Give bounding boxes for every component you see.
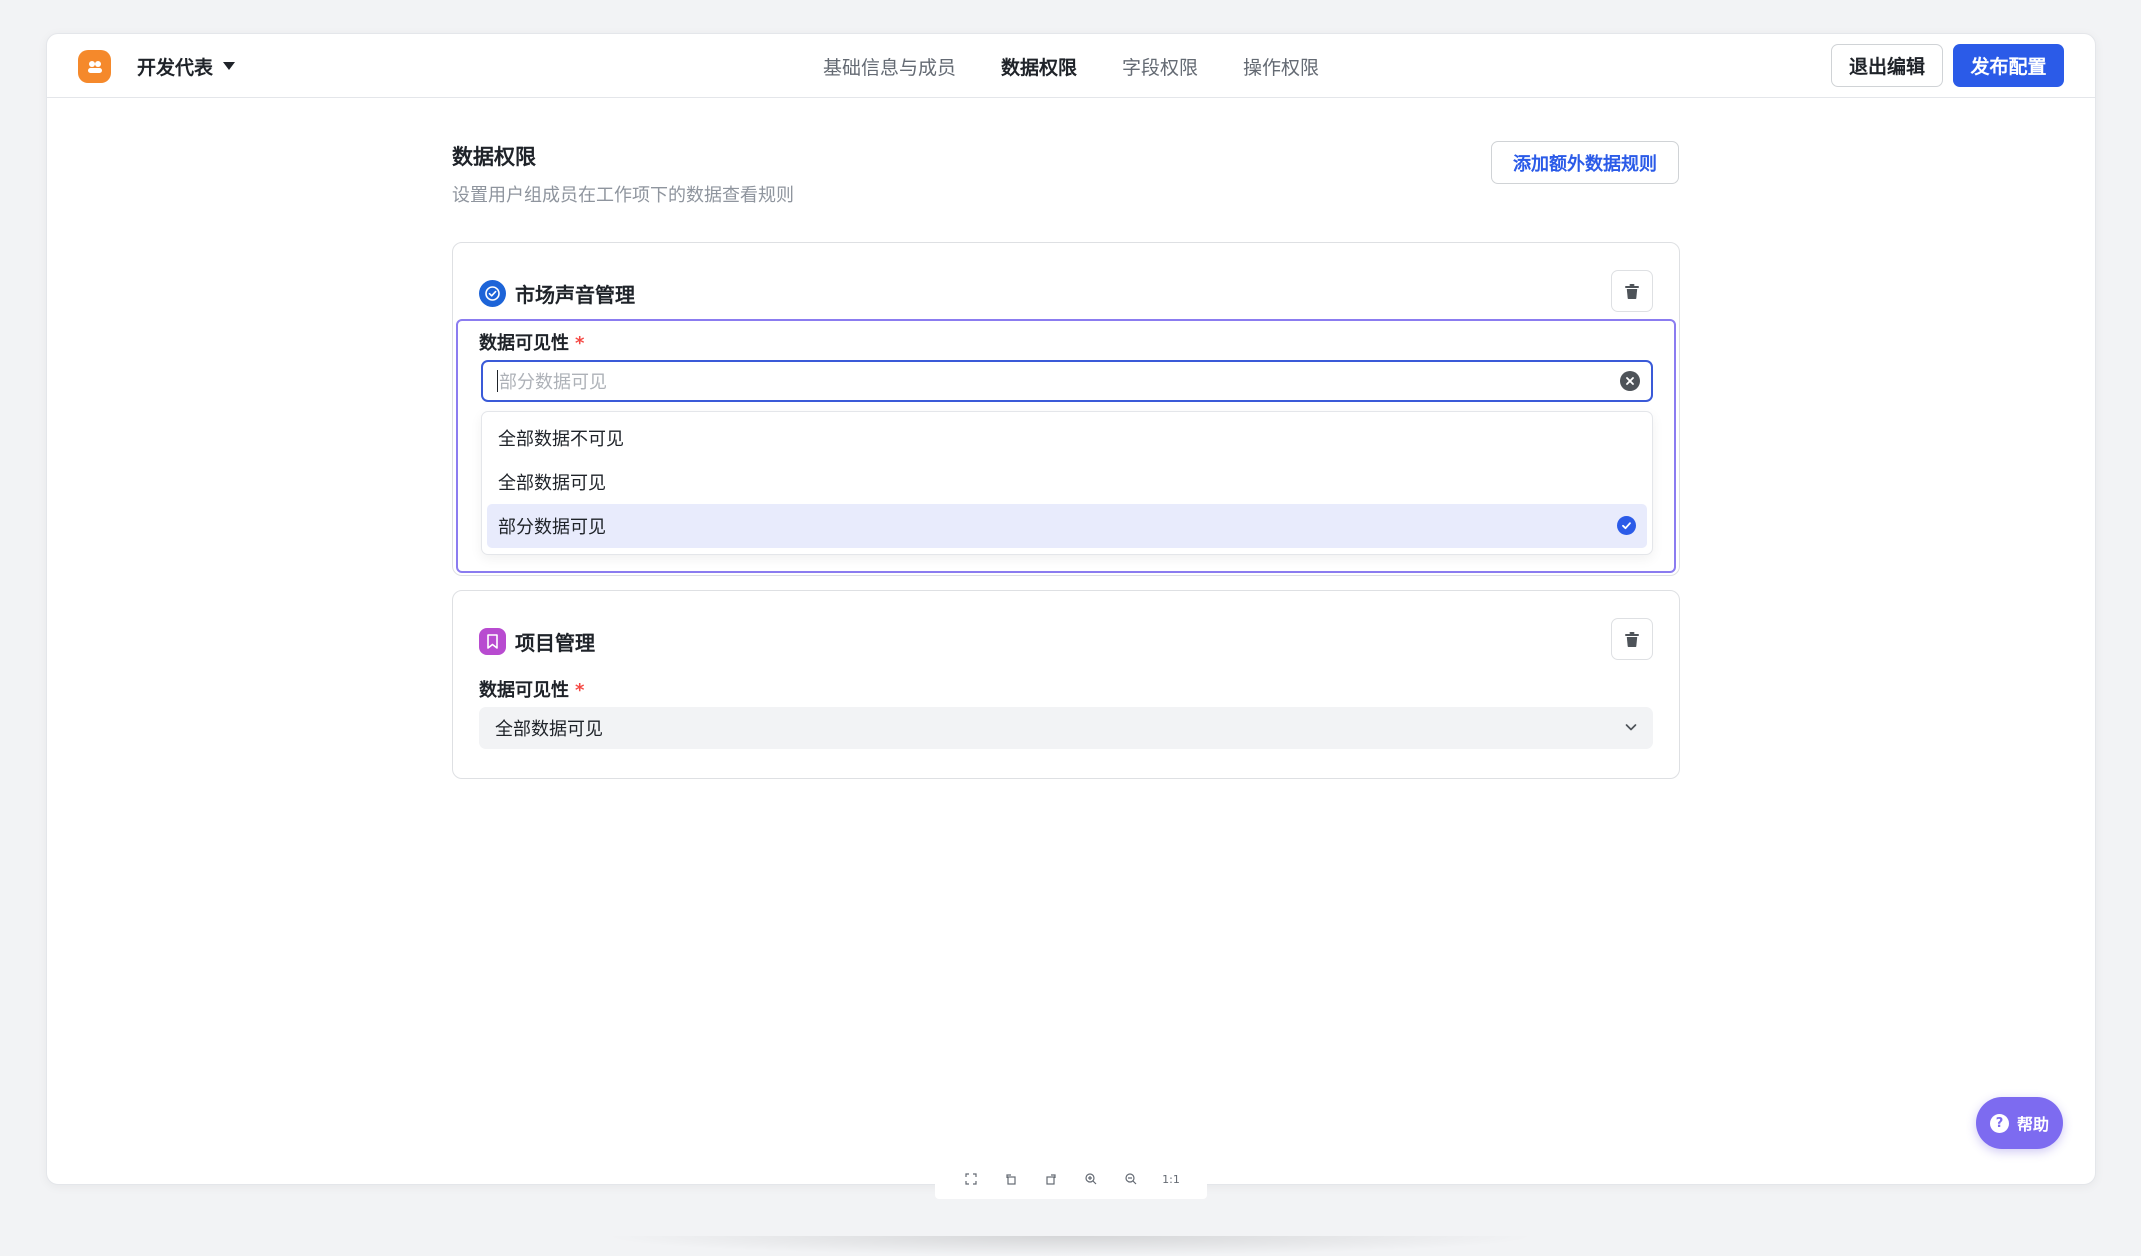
app-name-label: 开发代表	[137, 56, 214, 79]
check-circle-icon	[479, 279, 506, 307]
field-label: 数据可见性 *	[479, 329, 584, 355]
brand-logo-icon[interactable]	[78, 50, 111, 83]
field-editor-focused: 数据可见性 * 部分数据可见 全部数据不可见 全部数据可见 部分数据可见	[456, 319, 1676, 573]
tab-basic-info[interactable]: 基础信息与成员	[823, 53, 956, 80]
visibility-select[interactable]: 全部数据可见	[479, 707, 1653, 749]
app-window: 开发代表 基础信息与成员 数据权限 字段权限 操作权限 退出编辑 发布配置 数据…	[46, 33, 2096, 1185]
selected-check-icon	[1617, 516, 1636, 535]
tab-field-permission[interactable]: 字段权限	[1122, 53, 1198, 80]
card-header: 市场声音管理	[479, 278, 635, 308]
required-mark: *	[575, 680, 585, 701]
exit-edit-button[interactable]: 退出编辑	[1831, 44, 1943, 87]
option-partial-visible[interactable]: 部分数据可见	[487, 504, 1647, 548]
zoom-out-icon[interactable]	[1122, 1170, 1140, 1188]
option-label: 部分数据可见	[498, 517, 606, 538]
publish-config-button[interactable]: 发布配置	[1953, 44, 2064, 87]
visibility-select-input[interactable]: 部分数据可见	[481, 360, 1653, 402]
field-label-text: 数据可见性	[479, 680, 569, 701]
card-header: 项目管理	[479, 626, 595, 656]
help-button[interactable]: ? 帮助	[1976, 1097, 2063, 1149]
option-label: 全部数据不可见	[498, 429, 624, 450]
delete-button[interactable]	[1611, 270, 1653, 312]
trash-icon	[1625, 283, 1639, 299]
visibility-dropdown: 全部数据不可见 全部数据可见 部分数据可见	[481, 411, 1653, 555]
tab-operation-permission[interactable]: 操作权限	[1243, 53, 1319, 80]
section-title: 数据权限	[452, 145, 536, 169]
tab-data-permission[interactable]: 数据权限	[1001, 53, 1077, 80]
field-label: 数据可见性 *	[479, 676, 584, 702]
delete-button[interactable]	[1611, 618, 1653, 660]
card-title: 项目管理	[515, 630, 595, 655]
select-placeholder: 部分数据可见	[499, 372, 607, 393]
bottom-shadow	[600, 1236, 1540, 1256]
zoom-in-icon[interactable]	[1082, 1170, 1100, 1188]
actual-size-button[interactable]: 1:1	[1162, 1170, 1180, 1188]
option-label: 全部数据可见	[498, 473, 606, 494]
workspace-card-project: 项目管理 数据可见性 * 全部数据可见	[452, 590, 1680, 779]
option-none-visible[interactable]: 全部数据不可见	[487, 416, 1647, 460]
fullscreen-icon[interactable]	[962, 1170, 980, 1188]
question-icon: ?	[1989, 1113, 2009, 1133]
workspace-card-market-voice: 市场声音管理 数据可见性 * 部分数据可见 全部数据不可见 全部数据可见 部分数…	[452, 242, 1680, 576]
caret-down-icon	[223, 62, 236, 70]
viewer-toolbar: 1:1	[935, 1159, 1207, 1199]
help-label: 帮助	[2016, 1115, 2049, 1134]
rotate-right-icon[interactable]	[1042, 1170, 1060, 1188]
option-all-visible[interactable]: 全部数据可见	[487, 460, 1647, 504]
add-data-rule-button[interactable]: 添加额外数据规则	[1491, 141, 1679, 184]
bookmark-icon	[479, 627, 506, 655]
field-label-text: 数据可见性	[479, 333, 569, 354]
app-switcher[interactable]: 开发代表	[137, 53, 236, 79]
rotate-left-icon[interactable]	[1002, 1170, 1020, 1188]
section-description: 设置用户组成员在工作项下的数据查看规则	[452, 185, 794, 206]
card-title: 市场声音管理	[515, 282, 635, 307]
text-cursor	[497, 370, 498, 392]
chevron-down-icon	[1625, 724, 1637, 731]
trash-icon	[1625, 631, 1639, 647]
top-header: 开发代表 基础信息与成员 数据权限 字段权限 操作权限 退出编辑 发布配置	[47, 34, 2095, 98]
tab-bar: 基础信息与成员 数据权限 字段权限 操作权限	[823, 34, 1319, 98]
select-value: 全部数据可见	[495, 719, 603, 740]
clear-icon[interactable]	[1620, 371, 1640, 391]
required-mark: *	[575, 333, 585, 354]
